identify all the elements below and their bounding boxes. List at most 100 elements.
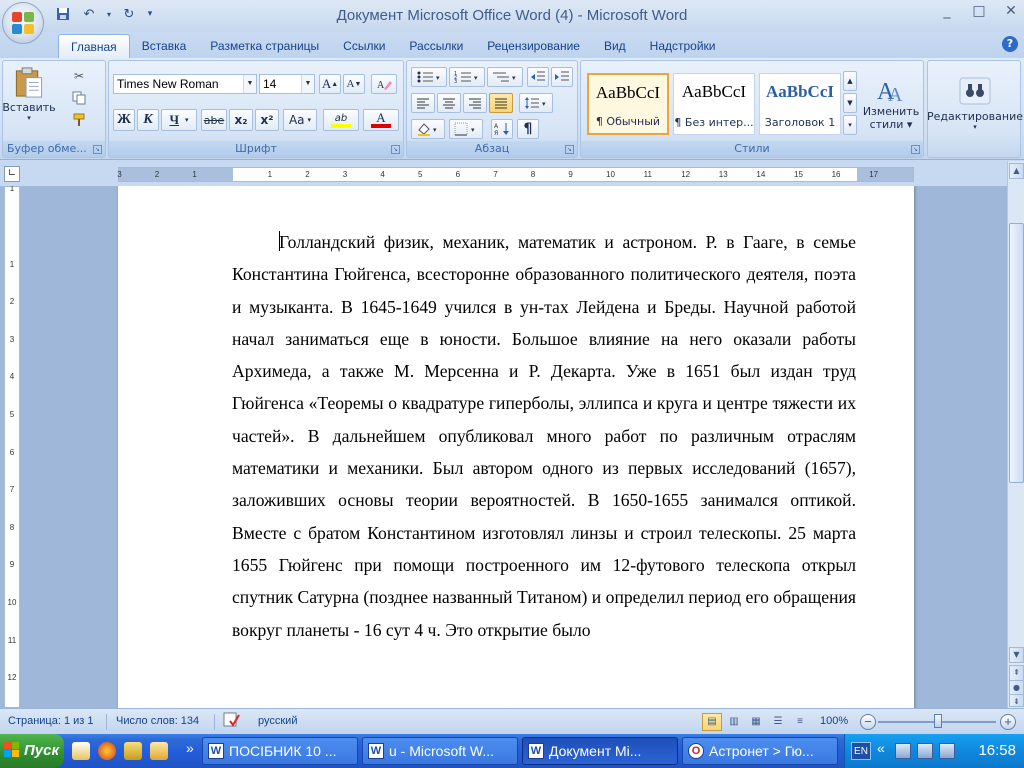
vertical-ruler-tick: 4 <box>9 372 15 382</box>
font-size-combo[interactable]: 14 ▼ <box>259 74 315 94</box>
font-launcher-icon[interactable]: ↘ <box>391 145 400 154</box>
underline-button[interactable]: Ч ▾ <box>161 109 197 131</box>
scroll-up-icon[interactable]: ▲ <box>1009 163 1024 179</box>
vertical-scrollbar[interactable]: ▲ ▼ ⇞ ● ⇟ <box>1007 161 1024 708</box>
highlight-button[interactable]: ab <box>323 109 359 131</box>
zoom-slider-thumb[interactable] <box>934 714 942 728</box>
quicklaunch-tool-icon[interactable] <box>124 742 142 760</box>
copy-icon[interactable] <box>69 89 89 107</box>
clear-formatting-icon[interactable]: A <box>371 74 397 94</box>
cut-icon[interactable]: ✂ <box>69 67 89 85</box>
word-count-status[interactable]: Число слов: 134 <box>116 715 199 727</box>
print-layout-view-icon[interactable]: ▤ <box>702 713 722 731</box>
zoom-level[interactable]: 100% <box>820 715 848 727</box>
zoom-out-button[interactable]: − <box>860 714 876 730</box>
styles-launcher-icon[interactable]: ↘ <box>911 145 920 154</box>
quicklaunch-folder-icon[interactable] <box>150 742 168 760</box>
change-styles-button[interactable]: A A Изменить стили ▾ <box>861 65 921 141</box>
justify-icon[interactable] <box>489 93 513 113</box>
multilevel-list-icon[interactable]: ▾ <box>487 67 523 87</box>
paste-button[interactable]: Вставить ▾ <box>2 65 56 123</box>
start-button[interactable]: Пуск <box>0 734 64 768</box>
web-layout-view-icon[interactable]: ▦ <box>746 713 766 731</box>
strikethrough-button[interactable]: abe <box>201 109 227 131</box>
bold-button[interactable]: Ж <box>113 109 135 131</box>
decrease-indent-icon[interactable] <box>527 67 549 87</box>
tab-review[interactable]: Рецензирование <box>475 34 592 58</box>
document-body[interactable]: Голландский физик, механик, математик и … <box>232 226 856 646</box>
tab-view[interactable]: Вид <box>592 34 638 58</box>
increase-indent-icon[interactable] <box>551 67 573 87</box>
line-spacing-icon[interactable]: ▾ <box>519 93 553 113</box>
show-formatting-marks-icon[interactable]: ¶ <box>517 119 539 139</box>
draft-view-icon[interactable]: ≡ <box>790 713 810 731</box>
document-page[interactable]: Голландский физик, механик, математик и … <box>118 186 914 708</box>
format-painter-icon[interactable] <box>69 111 89 129</box>
align-right-icon[interactable] <box>463 93 487 113</box>
tab-references[interactable]: Ссылки <box>331 34 397 58</box>
taskbar-item-posibnyk[interactable]: W ПОСІБНИК 10 ... <box>202 737 358 765</box>
change-case-button[interactable]: Aa ▾ <box>283 109 317 131</box>
grow-font-button[interactable]: A ▲ <box>319 74 341 94</box>
styles-scroll-up-icon[interactable]: ▲ <box>843 71 857 91</box>
vertical-ruler[interactable]: 1 1 2 3 4 5 6 7 8 9 10 11 12 <box>4 186 20 708</box>
align-left-icon[interactable] <box>411 93 435 113</box>
style-heading-1[interactable]: AaBbCcI Заголовок 1 <box>759 73 841 135</box>
spelling-check-icon[interactable] <box>222 711 242 732</box>
tab-page-layout[interactable]: Разметка страницы <box>198 34 331 58</box>
align-center-icon[interactable] <box>437 93 461 113</box>
borders-icon[interactable]: ▾ <box>449 119 483 139</box>
outline-view-icon[interactable]: ☰ <box>768 713 788 731</box>
tab-selector-icon[interactable]: ∟ <box>4 166 20 182</box>
scrollbar-thumb[interactable] <box>1009 223 1024 483</box>
page-count-status[interactable]: Страница: 1 из 1 <box>8 715 94 727</box>
editing-button[interactable]: Редактирование ▾ <box>927 65 1023 141</box>
style-no-spacing[interactable]: AaBbCcI ¶ Без интер... <box>673 73 755 135</box>
font-color-button[interactable]: A <box>363 109 399 131</box>
full-screen-reading-view-icon[interactable]: ▥ <box>724 713 744 731</box>
next-page-icon[interactable]: ⇟ <box>1009 694 1024 707</box>
tab-insert[interactable]: Вставка <box>130 34 199 58</box>
volume-icon[interactable] <box>939 743 955 759</box>
tab-addins[interactable]: Надстройки <box>638 34 728 58</box>
language-indicator[interactable]: EN <box>851 742 871 760</box>
previous-page-icon[interactable]: ⇞ <box>1009 665 1024 681</box>
clipboard-launcher-icon[interactable]: ↘ <box>93 145 102 154</box>
styles-more-icon[interactable]: ▾ <box>843 115 857 135</box>
subscript-button[interactable]: x₂ <box>229 109 253 131</box>
shrink-font-button[interactable]: A ▼ <box>343 74 365 94</box>
chevron-down-icon[interactable]: ▼ <box>243 75 256 93</box>
numbering-icon[interactable]: 1 2 3 ▾ <box>449 67 485 87</box>
sort-icon[interactable]: AЯ <box>491 119 513 139</box>
zoom-in-button[interactable]: + <box>1000 714 1016 730</box>
help-icon[interactable]: ? <box>1002 36 1018 52</box>
styles-scroll-down-icon[interactable]: ▼ <box>843 93 857 113</box>
paragraph-launcher-icon[interactable]: ↘ <box>565 145 574 154</box>
language-status[interactable]: русский <box>258 715 297 727</box>
office-button[interactable] <box>2 2 44 44</box>
bullets-icon[interactable]: ▾ <box>411 67 447 87</box>
quicklaunch-browser-icon[interactable] <box>98 742 116 760</box>
horizontal-ruler[interactable]: 3 2 1 1 2 3 4 5 6 7 8 9 10 11 12 13 14 15 16 17 <box>117 167 914 182</box>
network-icon[interactable] <box>895 743 911 759</box>
italic-button[interactable]: К <box>137 109 159 131</box>
font-name-combo[interactable]: Times New Roman ▼ <box>113 74 257 94</box>
tab-mailings[interactable]: Рассылки <box>397 34 475 58</box>
quicklaunch-app-icon[interactable] <box>72 742 90 760</box>
tab-home[interactable]: Главная <box>58 34 130 58</box>
style-normal[interactable]: AaBbCcI ¶ Обычный <box>587 73 669 135</box>
scroll-down-icon[interactable]: ▼ <box>1009 647 1024 663</box>
tray-expand-icon[interactable]: « <box>877 740 885 756</box>
shading-icon[interactable]: ▾ <box>411 119 445 139</box>
quicklaunch-more-icon[interactable]: » <box>186 740 194 756</box>
network-icon-2[interactable] <box>917 743 933 759</box>
taskbar-item-u-word[interactable]: W u - Microsoft W... <box>362 737 518 765</box>
superscript-button[interactable]: x² <box>255 109 279 131</box>
taskbar-item-document-word[interactable]: W Документ Mi... <box>522 737 678 765</box>
close-button[interactable]: ✕ <box>1002 2 1020 20</box>
taskbar-item-astronet[interactable]: O Астронет > Гю... <box>682 737 838 765</box>
maximize-button[interactable]: □ <box>970 2 988 20</box>
chevron-down-icon[interactable]: ▼ <box>301 75 314 93</box>
underline-dropdown-icon[interactable]: ▾ <box>185 116 189 124</box>
minimize-button[interactable]: _ <box>938 2 956 20</box>
